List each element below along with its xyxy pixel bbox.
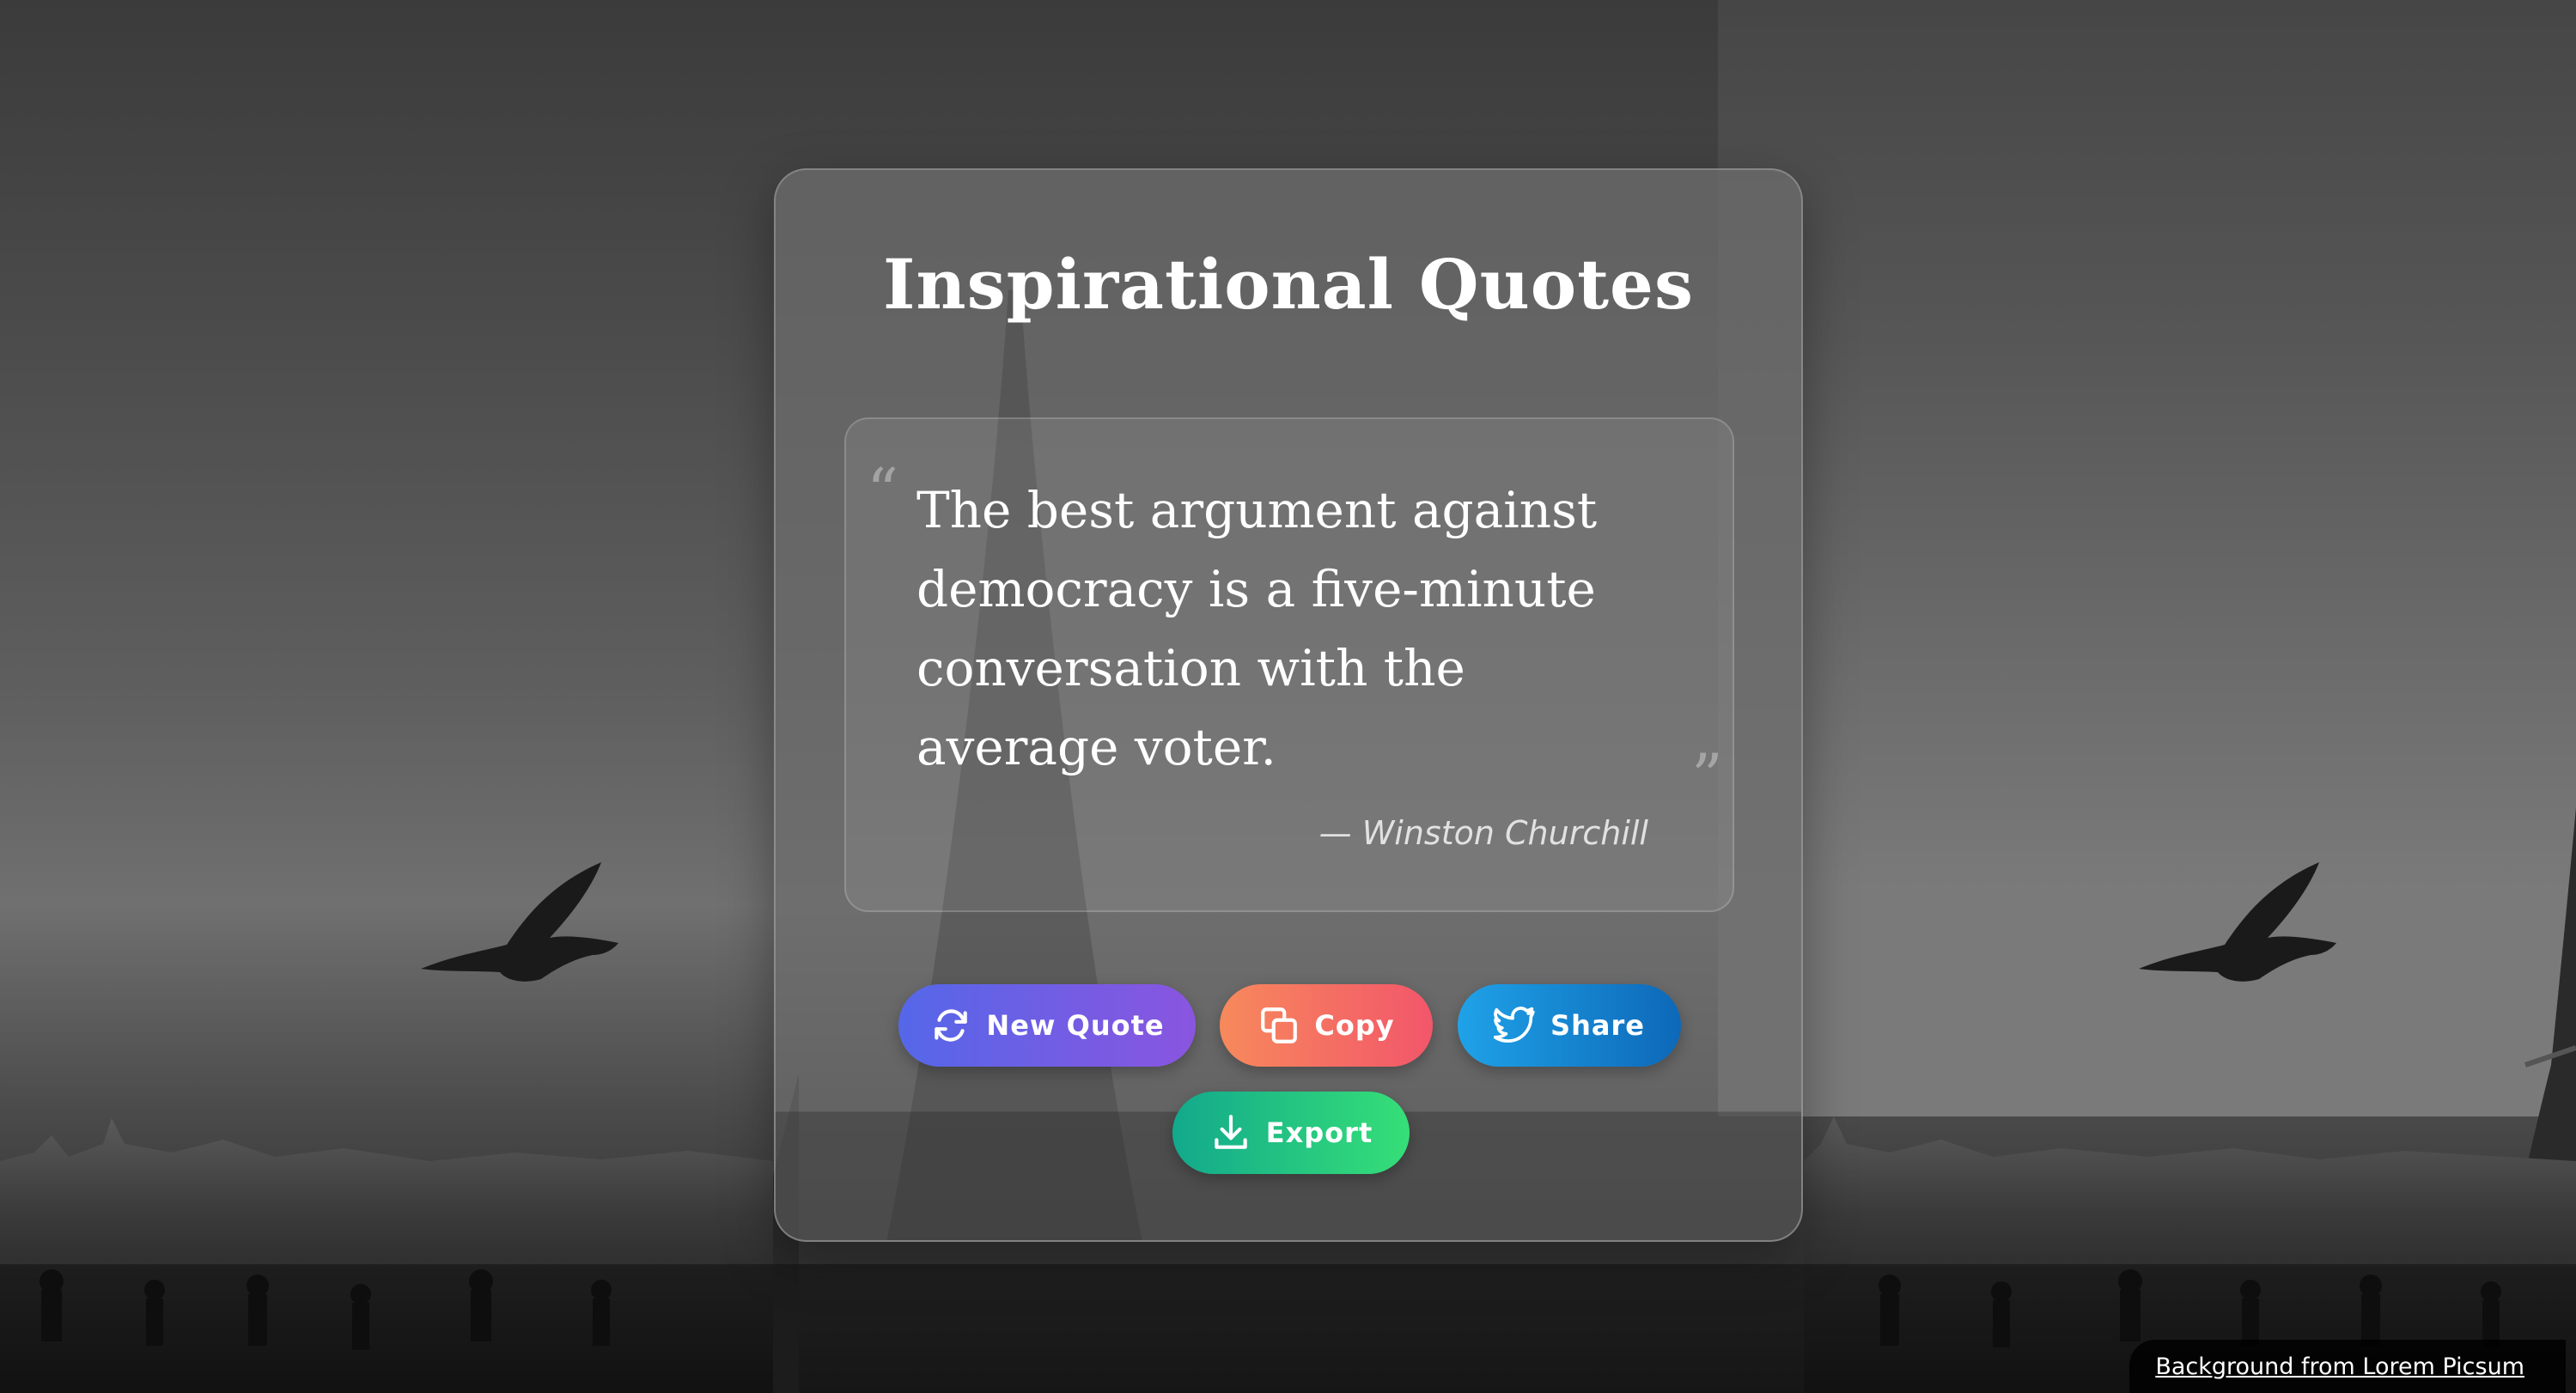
copy-icon bbox=[1258, 1004, 1300, 1047]
background-credit: Background from Lorem Picsum bbox=[2129, 1340, 2566, 1393]
new-quote-button[interactable]: New Quote bbox=[898, 984, 1196, 1067]
background-credit-link[interactable]: Background from Lorem Picsum bbox=[2155, 1353, 2524, 1380]
quote-author: — Winston Churchill bbox=[1318, 814, 1648, 852]
open-quote-icon: “ bbox=[867, 455, 898, 527]
page-title: Inspirational Quotes bbox=[883, 244, 1694, 325]
bird-silhouette-right bbox=[2139, 862, 2336, 982]
twitter-icon bbox=[1494, 1004, 1537, 1047]
copy-label: Copy bbox=[1314, 1009, 1395, 1042]
quote-card: Inspirational Quotes “ The best argument… bbox=[774, 168, 1803, 1242]
share-button[interactable]: Share bbox=[1458, 984, 1681, 1067]
refresh-icon bbox=[929, 1004, 972, 1047]
quote-box: “ The best argument against democracy is… bbox=[844, 417, 1734, 912]
export-button[interactable]: Export bbox=[1172, 1092, 1410, 1174]
copy-button[interactable]: Copy bbox=[1220, 984, 1433, 1067]
new-quote-label: New Quote bbox=[986, 1009, 1165, 1042]
quote-text: The best argument against democracy is a… bbox=[917, 481, 1598, 776]
close-quote-icon: ” bbox=[1691, 740, 1723, 812]
share-label: Share bbox=[1550, 1009, 1645, 1042]
download-icon bbox=[1209, 1111, 1252, 1154]
bird-silhouette-left bbox=[421, 862, 618, 982]
export-label: Export bbox=[1265, 1116, 1373, 1149]
